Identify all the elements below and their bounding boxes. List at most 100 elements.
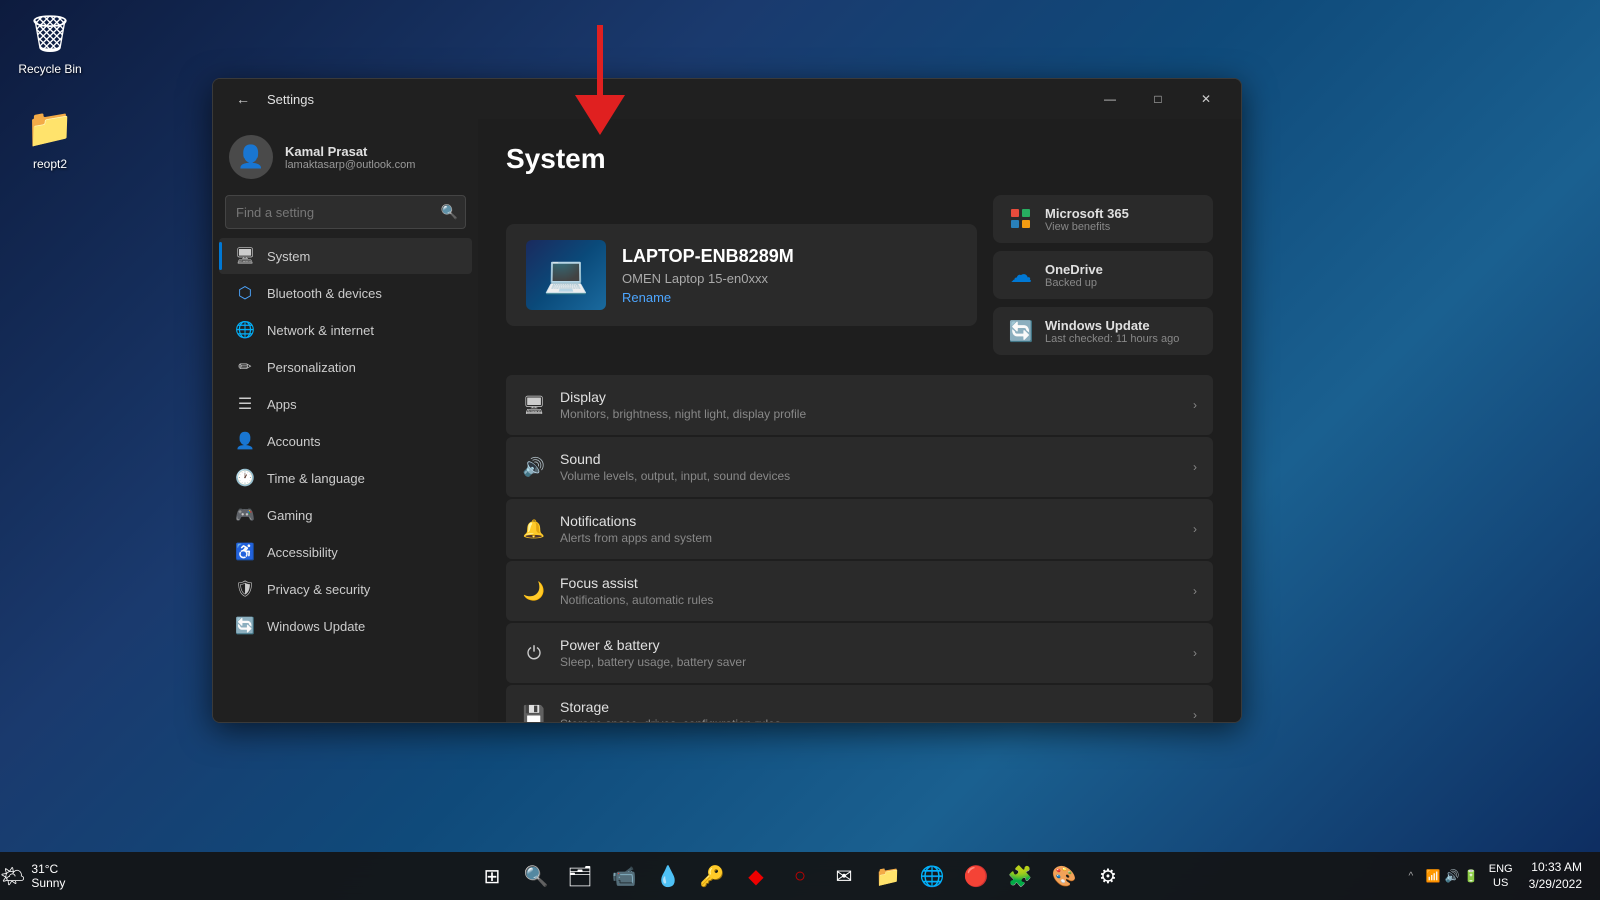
storage-desc: Storage space, drives, configuration rul… [560,717,1179,722]
system-icon: 🖥 [235,246,255,266]
update-icon: 🔄 [235,616,255,636]
winupdate-title: Windows Update [1045,318,1179,333]
notifications-title: Notifications [560,513,1179,529]
sidebar-item-apps[interactable]: ☰ Apps [219,386,472,422]
volume-sys-icon[interactable]: 🔊 [1445,869,1460,883]
clock-time: 10:33 AM [1531,859,1582,876]
start-button[interactable]: ⊞ [472,856,512,896]
folder-icon[interactable]: 📁 reopt2 [10,105,90,171]
sidebar-item-accounts[interactable]: 👤 Accounts [219,423,472,459]
taskbar-mail[interactable]: ✉ [824,856,864,896]
display-desc: Monitors, brightness, night light, displ… [560,407,1179,421]
sidebar-item-network[interactable]: 🌐 Network & internet [219,312,472,348]
sidebar-item-update[interactable]: 🔄 Windows Update [219,608,472,644]
taskbar-search[interactable]: 🔍 [516,856,556,896]
device-image: 💻 [526,240,606,310]
sidebar-label-accessibility: Accessibility [267,545,338,560]
quick-card-ms365[interactable]: Microsoft 365 View benefits [993,195,1213,243]
taskbar-steam[interactable]: 🔑 [692,856,732,896]
device-rename-link[interactable]: Rename [622,290,794,305]
weather-icon: 🌤 [0,864,25,889]
display-chevron: › [1193,398,1197,412]
sidebar-item-time[interactable]: 🕐 Time & language [219,460,472,496]
user-name: Kamal Prasat [285,144,415,159]
lang-indicator[interactable]: ENG US [1485,860,1517,893]
minimize-button[interactable]: — [1087,83,1133,115]
winupdate-subtitle: Last checked: 11 hours ago [1045,333,1179,345]
maximize-button[interactable]: □ [1135,83,1181,115]
settings-item-focus[interactable]: 🌙 Focus assist Notifications, automatic … [506,561,1213,621]
taskbar: 🌤 31°C Sunny ⊞ 🔍 🗂 📹 💧 🔑 ◆ ○ ✉ 📁 🌐 🔴 🧩 🎨… [0,852,1600,900]
taskbar-weather[interactable]: 🌤 31°C Sunny [0,862,65,890]
notifications-chevron: › [1193,522,1197,536]
gaming-icon: 🎮 [235,505,255,525]
tray-expand[interactable]: ^ [1402,858,1420,894]
storage-chevron: › [1193,708,1197,722]
sidebar-label-apps: Apps [267,397,297,412]
settings-body: 👤 Kamal Prasat lamaktasarp@outlook.com 🔍… [213,119,1241,722]
sidebar-item-personalization[interactable]: ✏ Personalization [219,349,472,385]
taskbar-settings[interactable]: ⚙ [1088,856,1128,896]
sidebar-item-gaming[interactable]: 🎮 Gaming [219,497,472,533]
network-sys-icon[interactable]: 📶 [1426,869,1441,883]
sound-icon: 🔊 [522,455,546,479]
taskbar-chrome[interactable]: 🔴 [956,856,996,896]
notifications-icon: 🔔 [522,517,546,541]
taskbar-clock[interactable]: 10:33 AM 3/29/2022 [1523,857,1588,895]
sidebar-item-accessibility[interactable]: ♿ Accessibility [219,534,472,570]
clock-date: 3/29/2022 [1529,876,1582,893]
privacy-icon: 🛡 [235,579,255,599]
focus-chevron: › [1193,584,1197,598]
sidebar-item-bluetooth[interactable]: ⬡ Bluetooth & devices [219,275,472,311]
quick-cards: Microsoft 365 View benefits ☁ OneDrive B… [993,195,1213,355]
avatar: 👤 [229,135,273,179]
ms365-subtitle: View benefits [1045,221,1129,233]
taskbar-right: ^ 📶 🔊 🔋 ENG US 10:33 AM 3/29/2022 [1402,857,1588,895]
accessibility-icon: ♿ [235,542,255,562]
quick-card-onedrive[interactable]: ☁ OneDrive Backed up [993,251,1213,299]
search-input[interactable] [225,195,466,229]
bluetooth-icon: ⬡ [235,283,255,303]
taskbar-explorer[interactable]: 📁 [868,856,908,896]
battery-sys-icon[interactable]: 🔋 [1464,869,1479,883]
onedrive-subtitle: Backed up [1045,277,1103,289]
settings-item-sound[interactable]: 🔊 Sound Volume levels, output, input, so… [506,437,1213,497]
notifications-desc: Alerts from apps and system [560,531,1179,545]
focus-desc: Notifications, automatic rules [560,593,1179,607]
taskbar-app1[interactable]: 🧩 [1000,856,1040,896]
sidebar-label-time: Time & language [267,471,365,486]
taskbar-dropbox[interactable]: 💧 [648,856,688,896]
taskbar-center: ⊞ 🔍 🗂 📹 💧 🔑 ◆ ○ ✉ 📁 🌐 🔴 🧩 🎨 ⚙ [472,856,1128,896]
sidebar-item-privacy[interactable]: 🛡 Privacy & security [219,571,472,607]
settings-item-notifications[interactable]: 🔔 Notifications Alerts from apps and sys… [506,499,1213,559]
taskbar-teams[interactable]: 📹 [604,856,644,896]
search-icon: 🔍 [441,204,458,221]
sidebar-label-update: Windows Update [267,619,365,634]
quick-card-winupdate[interactable]: 🔄 Windows Update Last checked: 11 hours … [993,307,1213,355]
settings-window: ← Settings — □ ✕ 👤 Kamal Prasat lamaktas… [212,78,1242,723]
storage-title: Storage [560,699,1179,715]
settings-item-storage[interactable]: 💾 Storage Storage space, drives, configu… [506,685,1213,722]
sidebar-item-system[interactable]: 🖥 System [219,238,472,274]
taskbar-widgets[interactable]: 🗂 [560,856,600,896]
device-model: OMEN Laptop 15-en0xxx [622,271,794,286]
device-name: LAPTOP-ENB8289M [622,246,794,267]
settings-item-power[interactable]: ⏻ Power & battery Sleep, battery usage, … [506,623,1213,683]
taskbar-app2[interactable]: 🎨 [1044,856,1084,896]
ms365-icon [1007,205,1035,233]
taskbar-edge[interactable]: 🌐 [912,856,952,896]
settings-item-display[interactable]: 🖥 Display Monitors, brightness, night li… [506,375,1213,435]
taskbar-epic[interactable]: ◆ [736,856,776,896]
sidebar-label-accounts: Accounts [267,434,320,449]
storage-icon: 💾 [522,703,546,722]
winupdate-icon: 🔄 [1007,317,1035,345]
taskbar-opera[interactable]: ○ [780,856,820,896]
user-profile: 👤 Kamal Prasat lamaktasarp@outlook.com [213,119,478,191]
weather-condition: Sunny [31,876,65,890]
back-button[interactable]: ← [229,85,257,113]
recycle-bin-icon[interactable]: 🗑 Recycle Bin [10,10,90,76]
close-button[interactable]: ✕ [1183,83,1229,115]
power-chevron: › [1193,646,1197,660]
sound-title: Sound [560,451,1179,467]
ms365-title: Microsoft 365 [1045,206,1129,221]
